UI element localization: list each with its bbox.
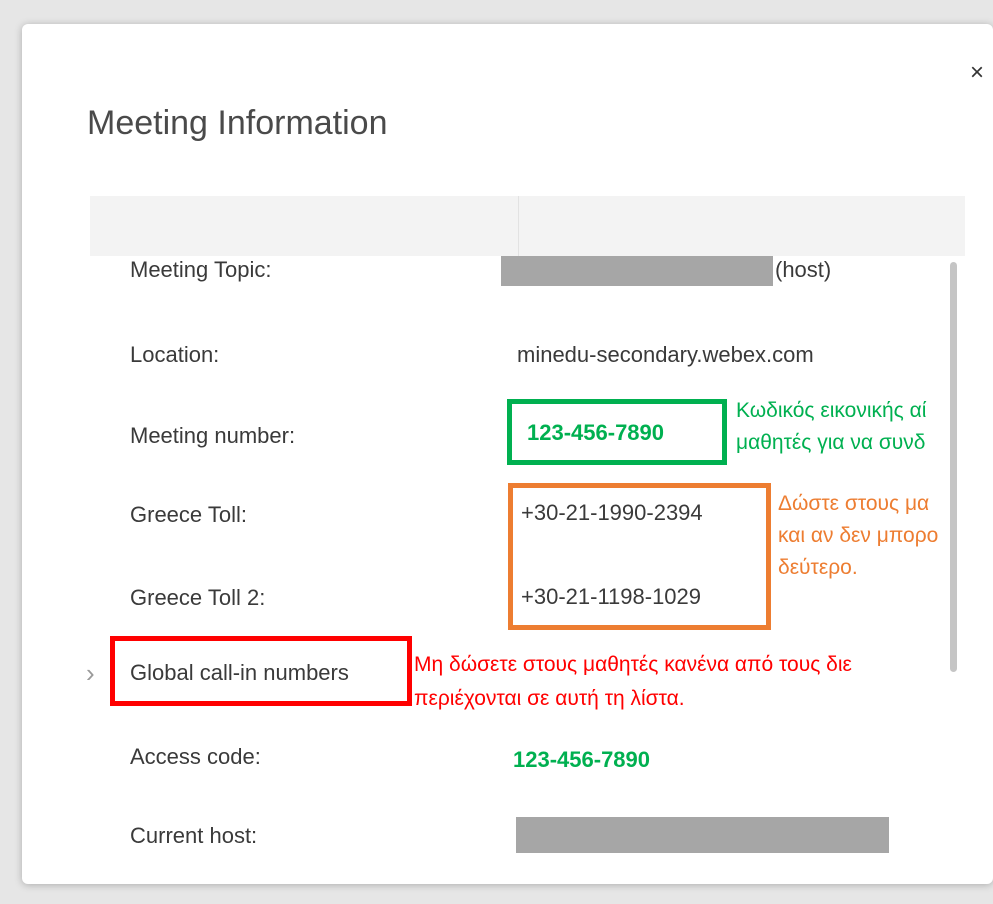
current-host-label: Current host: [130,823,258,848]
meeting-topic-redacted [501,256,773,286]
greece-toll-value: +30-21-1990-2394 [521,500,703,525]
location-label: Location: [130,342,220,367]
current-host-redacted [516,817,889,853]
annotation-green-line1: Κωδικός εικονικής αί [736,399,927,422]
header-band [90,196,965,256]
annotation-red-line2: περιέχονται σε αυτή τη λίστα. [414,687,685,710]
access-code-label: Access code: [130,744,261,769]
scrollbar[interactable] [950,262,957,672]
annotation-green-line2: μαθητές για να συνδ [736,431,926,454]
access-code-value: 123-456-7890 [513,747,651,772]
greece-toll2-label: Greece Toll 2: [130,585,266,610]
header-divider [518,196,519,256]
greece-toll-label: Greece Toll: [130,502,247,527]
meeting-topic-label: Meeting Topic: [130,257,272,282]
meeting-topic-suffix: (host) [775,257,832,282]
close-icon[interactable]: × [964,60,990,86]
annotation-orange-line2: και αν δεν μπορο [778,524,939,547]
global-call-in-highlight [110,636,412,706]
meeting-number-value: 123-456-7890 [527,420,665,445]
annotation-orange-line3: δεύτερο. [778,556,858,579]
meeting-number-label: Meeting number: [130,423,296,448]
annotation-orange-line1: Δώστε στους μα [778,492,930,515]
greece-toll2-value: +30-21-1198-1029 [521,584,702,609]
chevron-right-icon[interactable]: › [86,660,95,686]
location-value: minedu-secondary.webex.com [517,342,814,367]
annotation-red-line1: Μη δώσετε στους μαθητές κανένα από τους … [414,653,852,676]
dialog-title: Meeting Information [87,104,388,142]
